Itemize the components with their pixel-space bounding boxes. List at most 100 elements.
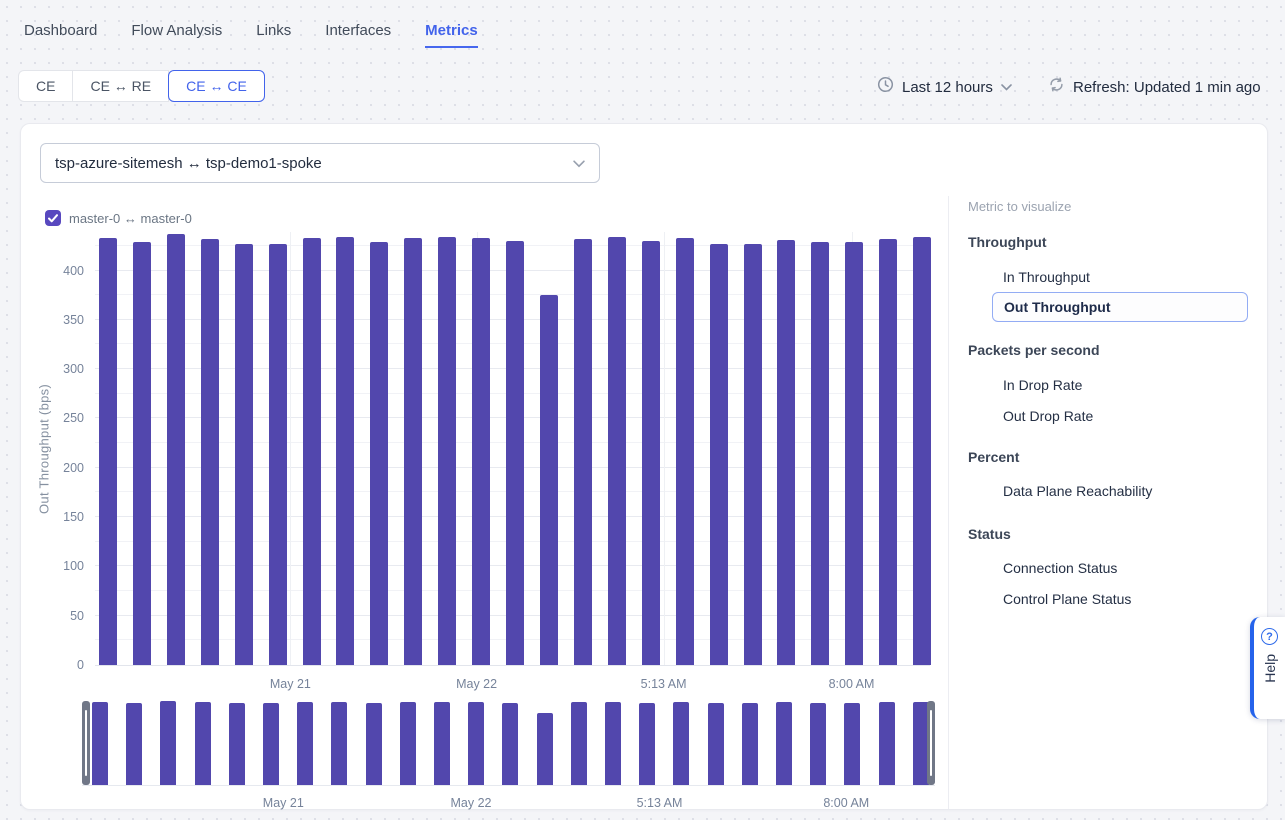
bar: [845, 242, 863, 665]
checkbox-checked-icon[interactable]: [45, 210, 61, 226]
y-tick-label: 350: [63, 313, 84, 327]
bar: [303, 238, 321, 665]
refresh-control[interactable]: Refresh: Updated 1 min ago: [1048, 76, 1261, 98]
navigator-left-handle[interactable]: [82, 701, 90, 785]
x-tick-label: May 22: [437, 677, 517, 691]
series-toggle[interactable]: master-0 ↔ master-0: [45, 210, 192, 226]
section-packets-per-second: Packets per second: [968, 342, 1100, 358]
navigator-bar: [263, 703, 279, 785]
y-axis-ticks: 050100150200250300350400: [50, 232, 84, 666]
main-plot[interactable]: [95, 232, 930, 666]
pair-select-value: tsp-azure-sitemesh ↔ tsp-demo1-spoke: [55, 155, 322, 172]
nav-item-metrics[interactable]: Metrics: [425, 22, 478, 48]
y-tick-label: 150: [63, 510, 84, 524]
bar: [133, 242, 151, 665]
navigator-axis-ticks: May 21May 225:13 AM8:00 AM: [82, 796, 935, 812]
navigator-bar: [537, 713, 553, 785]
bar: [710, 244, 728, 665]
nav-item-interfaces[interactable]: Interfaces: [325, 22, 391, 48]
navigator-right-handle[interactable]: [927, 701, 935, 785]
navigator-bar: [195, 702, 211, 785]
time-range-selector[interactable]: Last 12 hours: [877, 76, 1012, 98]
metrics-page: Dashboard Flow Analysis Links Interfaces…: [0, 0, 1285, 820]
navigator-bar: [297, 702, 313, 785]
help-label: Help: [1262, 654, 1278, 683]
bar: [777, 240, 795, 665]
navigator-bar: [639, 703, 655, 785]
nav-item-flow-analysis[interactable]: Flow Analysis: [131, 22, 222, 48]
bar: [608, 237, 626, 665]
bar: [99, 238, 117, 665]
navigator-bar: [776, 702, 792, 785]
bar: [811, 242, 829, 665]
x-axis-ticks: May 21May 225:13 AM8:00 AM: [95, 677, 930, 693]
y-tick-label: 400: [63, 264, 84, 278]
selected-metric-label: Out Throughput: [1004, 299, 1111, 315]
navigator-tick-label: 8:00 AM: [806, 796, 886, 810]
nav-item-dashboard[interactable]: Dashboard: [24, 22, 97, 48]
bar: [201, 239, 219, 665]
vertical-gridline: [290, 232, 291, 665]
metric-item-in-drop-rate[interactable]: In Drop Rate: [1003, 377, 1082, 393]
navigator-bar: [502, 703, 518, 785]
nav-item-links[interactable]: Links: [256, 22, 291, 48]
chevron-down-icon: [1001, 78, 1012, 96]
bar: [744, 244, 762, 665]
bar: [167, 234, 185, 665]
sidebar-title: Metric to visualize: [968, 199, 1071, 214]
navigator-bar: [605, 702, 621, 785]
refresh-icon: [1048, 76, 1065, 98]
navigator-bar: [400, 702, 416, 785]
bar: [879, 239, 897, 665]
pair-select[interactable]: tsp-azure-sitemesh ↔ tsp-demo1-spoke: [40, 143, 600, 183]
metric-item-in-throughput[interactable]: In Throughput: [1003, 269, 1090, 285]
navigator-bar: [879, 702, 895, 785]
bar: [370, 242, 388, 665]
navigator-tick-label: 5:13 AM: [620, 796, 700, 810]
help-button[interactable]: ? Help: [1250, 617, 1285, 719]
metric-item-control-plane-status[interactable]: Control Plane Status: [1003, 591, 1131, 607]
tab-ce-ce[interactable]: CE ↔ CE: [168, 70, 265, 102]
navigator-bar: [434, 702, 450, 785]
navigator-bar: [810, 703, 826, 785]
tab-ce[interactable]: CE: [18, 70, 73, 102]
tab-ce-re[interactable]: CE ↔ RE: [72, 70, 169, 102]
sidebar-divider: [948, 196, 949, 809]
time-range-label: Last 12 hours: [902, 79, 993, 96]
navigator[interactable]: [82, 701, 935, 786]
chevron-down-icon: [573, 155, 585, 172]
clock-icon: [877, 76, 894, 98]
series-toggle-label: master-0 ↔ master-0: [69, 211, 192, 226]
bar: [506, 241, 524, 665]
x-tick-label: May 21: [250, 677, 330, 691]
navigator-bar: [126, 703, 142, 785]
navigator-bar: [468, 702, 484, 785]
y-tick-label: 250: [63, 411, 84, 425]
section-throughput: Throughput: [968, 234, 1047, 250]
y-tick-label: 100: [63, 559, 84, 573]
top-nav: Dashboard Flow Analysis Links Interfaces…: [24, 22, 478, 48]
bar: [676, 238, 694, 665]
vertical-gridline: [664, 232, 665, 665]
bar: [472, 238, 490, 665]
bar: [438, 237, 456, 665]
navigator-bar: [366, 703, 382, 785]
navigator-bar: [331, 702, 347, 785]
metric-item-connection-status[interactable]: Connection Status: [1003, 560, 1117, 576]
bar: [235, 244, 253, 665]
metric-item-out-throughput-selected[interactable]: Out Throughput: [992, 292, 1248, 322]
navigator-bar: [673, 702, 689, 785]
navigator-bar: [742, 703, 758, 785]
metric-item-data-plane-reachability[interactable]: Data Plane Reachability: [1003, 483, 1152, 499]
x-tick-label: 5:13 AM: [624, 677, 704, 691]
scope-tab-group: CE CE ↔ RE CE ↔ CE: [18, 70, 265, 102]
bar: [540, 295, 558, 665]
metric-item-out-drop-rate[interactable]: Out Drop Rate: [1003, 408, 1093, 424]
y-tick-label: 200: [63, 461, 84, 475]
navigator-bar: [160, 701, 176, 785]
y-tick-label: 0: [77, 658, 84, 672]
bar: [336, 237, 354, 665]
bar: [269, 244, 287, 665]
y-tick-label: 300: [63, 362, 84, 376]
navigator-bar: [92, 702, 108, 785]
